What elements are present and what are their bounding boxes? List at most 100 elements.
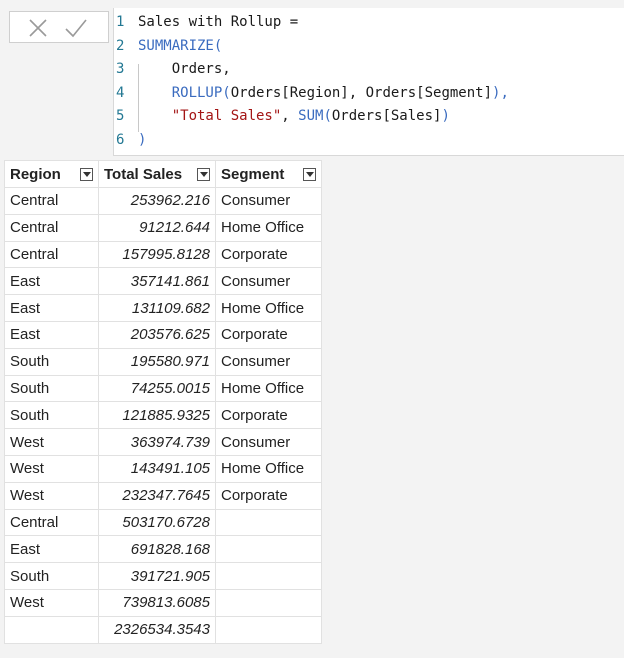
cell-segment: Consumer bbox=[215, 347, 322, 376]
cell-region: West bbox=[4, 588, 99, 617]
table-row: West 232347.7645 Corporate bbox=[4, 481, 322, 510]
column-header-region[interactable]: Region bbox=[4, 160, 99, 188]
check-icon[interactable] bbox=[64, 16, 88, 40]
code-token: ) bbox=[441, 108, 450, 124]
cell-region: South bbox=[4, 347, 99, 376]
cell-total-sales: 2326534.3543 bbox=[98, 615, 216, 644]
line-number: 6 bbox=[116, 131, 125, 148]
code-line: 2 SUMMARIZE( bbox=[114, 34, 222, 58]
code-token: ), bbox=[492, 84, 509, 101]
column-header-label: Segment bbox=[221, 165, 285, 183]
table-row: East 691828.168 bbox=[4, 535, 322, 564]
cell-segment: Home Office bbox=[215, 294, 322, 322]
filter-dropdown-icon[interactable] bbox=[197, 167, 210, 181]
cell-total-sales: 203576.625 bbox=[98, 320, 216, 349]
cell-segment: Corporate bbox=[215, 401, 322, 430]
code-token: Orders, bbox=[138, 61, 231, 77]
table-row: West 143491.105 Home Office bbox=[4, 454, 322, 483]
table-row: West 363974.739 Consumer bbox=[4, 428, 322, 456]
table-row: South 74255.0015 Home Office bbox=[4, 374, 322, 403]
code-token: , bbox=[281, 108, 299, 124]
cell-segment: Corporate bbox=[215, 320, 322, 349]
cell-segment bbox=[215, 508, 322, 537]
cell-total-sales: 157995.8128 bbox=[98, 240, 216, 269]
formula-actions bbox=[9, 11, 109, 43]
column-header-total-sales[interactable]: Total Sales bbox=[98, 160, 216, 188]
cell-segment: Corporate bbox=[215, 240, 322, 269]
column-header-label: Total Sales bbox=[104, 165, 183, 183]
code-token: Sales with Rollup = bbox=[138, 14, 299, 30]
cell-total-sales: 91212.644 bbox=[98, 213, 216, 242]
code-token: ROLLUP( bbox=[171, 84, 231, 101]
code-text: SUMMARIZE( bbox=[133, 38, 222, 54]
cell-segment: Consumer bbox=[215, 428, 322, 456]
code-token: SUM( bbox=[298, 108, 332, 124]
line-number: 5 bbox=[116, 108, 125, 124]
column-header-label: Region bbox=[10, 165, 61, 183]
cell-region: West bbox=[4, 428, 99, 456]
dax-formula-editor[interactable]: 1 Sales with Rollup = 2 SUMMARIZE(3 Orders,… bbox=[113, 8, 624, 156]
code-token: Orders[Region], Orders[Segment] bbox=[230, 84, 493, 101]
cell-total-sales: 131109.682 bbox=[98, 294, 216, 322]
cell-total-sales: 74255.0015 bbox=[98, 374, 216, 403]
cell-total-sales: 363974.739 bbox=[98, 428, 216, 456]
cell-total-sales: 503170.6728 bbox=[98, 508, 216, 537]
table-row: 2326534.3543 bbox=[4, 615, 322, 644]
cell-segment: Home Office bbox=[215, 454, 322, 483]
code-token: Orders[Sales] bbox=[331, 108, 442, 124]
cell-region: Central bbox=[4, 508, 99, 537]
cell-total-sales: 121885.9325 bbox=[98, 401, 216, 430]
code-line: 5 "Total Sales", SUM(Orders[Sales]) bbox=[114, 104, 450, 128]
cell-segment: Consumer bbox=[215, 267, 322, 296]
cell-segment bbox=[215, 535, 322, 564]
cell-region: Central bbox=[4, 240, 99, 269]
cell-segment: Corporate bbox=[215, 481, 322, 510]
code-text: ROLLUP(Orders[Region], Orders[Segment]), bbox=[133, 85, 509, 101]
cell-region: South bbox=[4, 562, 99, 590]
cell-segment bbox=[215, 615, 322, 644]
table-row: West 739813.6085 bbox=[4, 588, 322, 617]
line-number: 3 bbox=[116, 61, 125, 77]
table-row: South 391721.905 bbox=[4, 562, 322, 590]
cell-total-sales: 232347.7645 bbox=[98, 481, 216, 510]
cell-region bbox=[4, 615, 99, 644]
cell-total-sales: 195580.971 bbox=[98, 347, 216, 376]
cell-region: East bbox=[4, 320, 99, 349]
cell-region: Central bbox=[4, 213, 99, 242]
code-line: 1 Sales with Rollup = bbox=[114, 10, 298, 34]
code-token: "Total Sales" bbox=[171, 108, 282, 124]
cell-region: South bbox=[4, 401, 99, 430]
filter-dropdown-icon[interactable] bbox=[80, 167, 93, 181]
code-line: 3 Orders, bbox=[114, 57, 231, 81]
code-text: Orders, bbox=[133, 61, 231, 77]
cell-region: East bbox=[4, 294, 99, 322]
cell-segment: Home Office bbox=[215, 374, 322, 403]
cell-total-sales: 691828.168 bbox=[98, 535, 216, 564]
code-line: 4 ROLLUP(Orders[Region], Orders[Segment]… bbox=[114, 81, 509, 105]
cell-region: West bbox=[4, 454, 99, 483]
table-row: South 195580.971 Consumer bbox=[4, 347, 322, 376]
cell-total-sales: 143491.105 bbox=[98, 454, 216, 483]
cell-region: West bbox=[4, 481, 99, 510]
table-row: Central 253962.216 Consumer bbox=[4, 187, 322, 215]
table-row: East 131109.682 Home Office bbox=[4, 294, 322, 322]
close-icon[interactable] bbox=[26, 16, 50, 40]
code-text: "Total Sales", SUM(Orders[Sales]) bbox=[133, 108, 450, 124]
cell-region: East bbox=[4, 535, 99, 564]
table-row: Central 157995.8128 Corporate bbox=[4, 240, 322, 269]
cell-segment bbox=[215, 588, 322, 617]
line-number: 1 bbox=[116, 14, 125, 30]
filter-dropdown-icon[interactable] bbox=[303, 167, 316, 181]
formula-bar: 1 Sales with Rollup = 2 SUMMARIZE(3 Orders,… bbox=[0, 0, 624, 158]
table-row: South 121885.9325 Corporate bbox=[4, 401, 322, 430]
table-row: East 357141.861 Consumer bbox=[4, 267, 322, 296]
table-header-row: Region Total Sales Segment bbox=[4, 160, 322, 188]
cell-region: South bbox=[4, 374, 99, 403]
code-token: SUMMARIZE( bbox=[138, 37, 223, 54]
column-header-segment[interactable]: Segment bbox=[215, 160, 322, 188]
code-text: Sales with Rollup = bbox=[133, 14, 298, 30]
table-row: Central 91212.644 Home Office bbox=[4, 213, 322, 242]
table-row: Central 503170.6728 bbox=[4, 508, 322, 537]
